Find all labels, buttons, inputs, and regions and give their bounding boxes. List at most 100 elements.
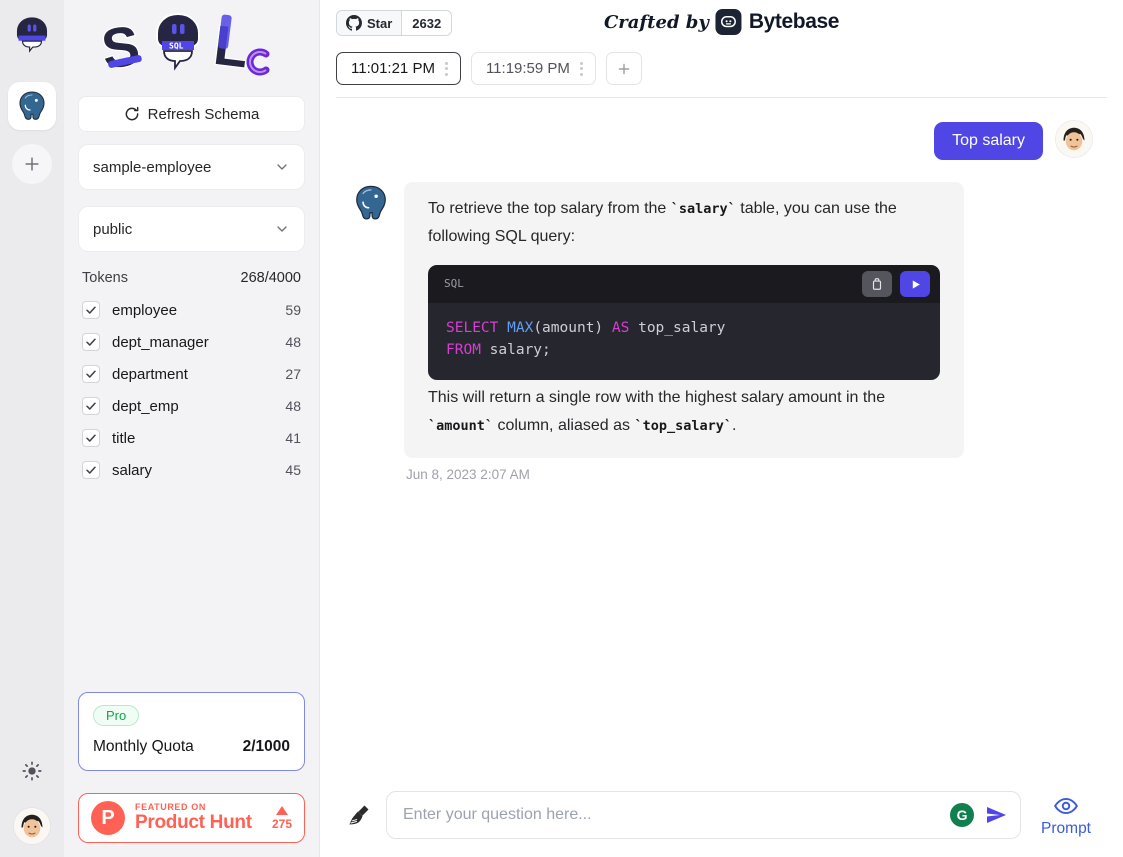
chat-messages-area[interactable]: Top salary bbox=[320, 98, 1123, 777]
copy-icon bbox=[870, 277, 884, 291]
crafted-by-brand[interactable]: Crafted by Bytebase bbox=[604, 9, 839, 35]
prompt-label: Prompt bbox=[1041, 820, 1091, 838]
sqlchat-app: S SQL L bbox=[0, 0, 1123, 857]
table-row-title[interactable]: title 41 bbox=[82, 422, 301, 454]
bytebase-logo-icon bbox=[716, 9, 742, 35]
schema-select[interactable]: public bbox=[78, 206, 305, 252]
table-token-count: 41 bbox=[285, 430, 301, 446]
star-label: Star bbox=[367, 16, 392, 31]
table-row-employee[interactable]: employee 59 bbox=[82, 294, 301, 326]
checkbox-checked[interactable] bbox=[82, 301, 100, 319]
product-hunt-logo: P bbox=[91, 801, 125, 835]
check-icon bbox=[85, 432, 97, 444]
checkbox-checked[interactable] bbox=[82, 333, 100, 351]
github-icon bbox=[346, 15, 362, 31]
bytebase-wordmark: Bytebase bbox=[749, 10, 839, 34]
assistant-avatar bbox=[352, 184, 390, 222]
composer-bar: G Prompt bbox=[320, 777, 1123, 857]
svg-text:S: S bbox=[97, 13, 143, 81]
code-language-label: SQL bbox=[444, 274, 854, 293]
run-query-button[interactable] bbox=[900, 271, 930, 297]
checkbox-checked[interactable] bbox=[82, 365, 100, 383]
prompt-button[interactable]: Prompt bbox=[1033, 793, 1099, 838]
table-name: title bbox=[112, 430, 285, 447]
code-block-body: SELECT MAX(amount) AS top_salary FROM sa… bbox=[428, 303, 940, 380]
new-connection-button[interactable] bbox=[12, 144, 52, 184]
check-icon bbox=[85, 464, 97, 476]
product-hunt-badge[interactable]: P FEATURED ON Product Hunt 275 bbox=[78, 793, 305, 843]
assistant-paragraph-1: To retrieve the top salary from the `sal… bbox=[428, 195, 940, 251]
product-hunt-text: FEATURED ON Product Hunt bbox=[135, 802, 262, 834]
database-select[interactable]: sample-employee bbox=[78, 144, 305, 190]
send-button[interactable] bbox=[984, 803, 1008, 827]
quota-label: Monthly Quota bbox=[93, 738, 194, 756]
table-token-count: 27 bbox=[285, 366, 301, 382]
github-star-button[interactable]: Star 2632 bbox=[336, 10, 452, 36]
refresh-schema-button[interactable]: Refresh Schema bbox=[78, 96, 305, 132]
svg-text:L: L bbox=[210, 13, 252, 80]
checkbox-checked[interactable] bbox=[82, 429, 100, 447]
copy-code-button[interactable] bbox=[862, 271, 892, 297]
user-message-row: Top salary bbox=[352, 120, 1093, 160]
sql-code-block: SQL bbox=[428, 265, 940, 380]
theme-toggle-button[interactable] bbox=[10, 749, 54, 793]
postgres-icon bbox=[16, 90, 48, 122]
sidebar-spacer bbox=[64, 486, 319, 692]
checkbox-checked[interactable] bbox=[82, 461, 100, 479]
inline-code-top-salary: `top_salary` bbox=[634, 418, 732, 434]
left-rail bbox=[0, 0, 64, 857]
question-input[interactable] bbox=[403, 806, 950, 824]
assistant-message-column: To retrieve the top salary from the `sal… bbox=[404, 182, 964, 482]
product-hunt-name: Product Hunt bbox=[135, 812, 262, 834]
svg-text:SQL: SQL bbox=[169, 42, 184, 51]
user-profile-avatar[interactable] bbox=[13, 807, 51, 845]
tab-menu-icon[interactable] bbox=[443, 58, 450, 80]
table-name: dept_emp bbox=[112, 398, 285, 415]
inline-code-amount: `amount` bbox=[428, 418, 493, 434]
clear-conversation-button[interactable] bbox=[344, 800, 374, 830]
chevron-down-icon bbox=[274, 159, 290, 175]
upvote-count: 275 bbox=[272, 817, 292, 831]
table-row-department[interactable]: department 27 bbox=[82, 358, 301, 390]
refresh-icon bbox=[124, 106, 140, 122]
table-token-count: 48 bbox=[285, 398, 301, 414]
sqlchat-bot-avatar[interactable] bbox=[10, 12, 54, 56]
check-icon bbox=[85, 304, 97, 316]
new-conversation-button[interactable] bbox=[606, 52, 642, 85]
monthly-quota-row: Monthly Quota 2/1000 bbox=[93, 738, 290, 756]
github-star-segment: Star bbox=[337, 11, 402, 35]
sqlchat-logo-illustration: S SQL L bbox=[94, 8, 290, 84]
question-input-container: G bbox=[386, 791, 1021, 839]
pro-badge: Pro bbox=[93, 705, 139, 726]
featured-on-label: FEATURED ON bbox=[135, 802, 262, 812]
code-block-header: SQL bbox=[428, 265, 940, 303]
assistant-paragraph-2: This will return a single row with the h… bbox=[428, 384, 940, 440]
table-name: dept_manager bbox=[112, 334, 285, 351]
check-icon bbox=[85, 400, 97, 412]
play-icon bbox=[909, 278, 922, 291]
main-header: Star 2632 Crafted by Bytebase bbox=[320, 0, 1123, 98]
bytebase-face-icon bbox=[720, 13, 738, 31]
table-name: department bbox=[112, 366, 285, 383]
database-select-value: sample-employee bbox=[93, 159, 211, 176]
tab-menu-icon[interactable] bbox=[578, 58, 585, 80]
conversation-tabs: 11:01:21 PM 11:19:59 PM bbox=[336, 36, 1107, 98]
grammarly-icon[interactable]: G bbox=[950, 803, 974, 827]
chevron-down-icon bbox=[274, 221, 290, 237]
check-icon bbox=[85, 336, 97, 348]
tab-conversation-active[interactable]: 11:01:21 PM bbox=[336, 52, 461, 85]
tokens-label: Tokens bbox=[82, 270, 128, 286]
user-message-bubble: Top salary bbox=[934, 122, 1043, 160]
user-face-icon bbox=[14, 808, 50, 844]
connection-postgres[interactable] bbox=[8, 82, 56, 130]
table-token-count: 45 bbox=[285, 462, 301, 478]
table-row-dept-manager[interactable]: dept_manager 48 bbox=[82, 326, 301, 358]
table-row-salary[interactable]: salary 45 bbox=[82, 454, 301, 486]
refresh-schema-label: Refresh Schema bbox=[148, 106, 260, 123]
assistant-message-bubble: To retrieve the top salary from the `sal… bbox=[404, 182, 964, 458]
tab-conversation[interactable]: 11:19:59 PM bbox=[471, 52, 596, 85]
star-count: 2632 bbox=[402, 11, 451, 35]
plus-icon bbox=[22, 154, 42, 174]
checkbox-checked[interactable] bbox=[82, 397, 100, 415]
table-row-dept-emp[interactable]: dept_emp 48 bbox=[82, 390, 301, 422]
